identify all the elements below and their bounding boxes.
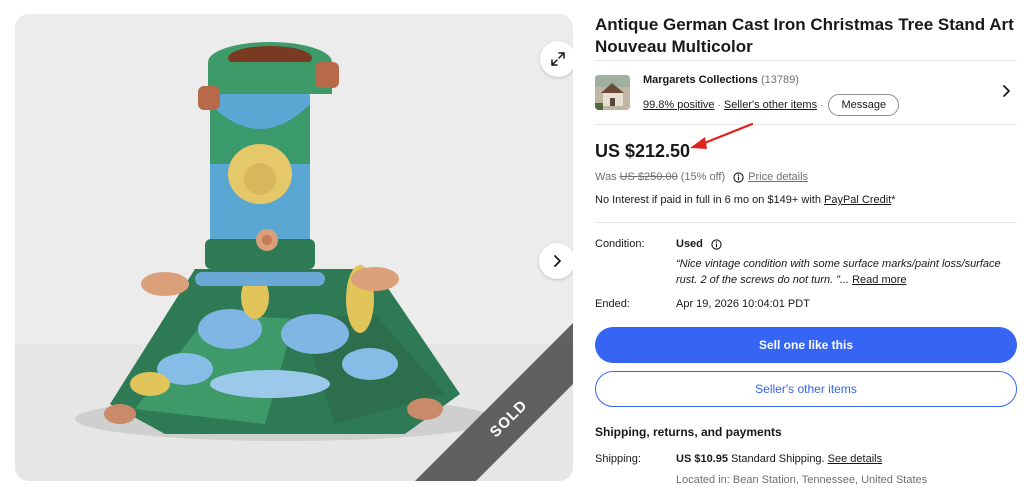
red-arrow-annotation	[690, 122, 754, 149]
shipping-heading: Shipping, returns, and payments	[595, 425, 782, 439]
ended-value: Apr 19, 2026 10:04:01 PDT	[676, 298, 810, 310]
price-details-link[interactable]: Price details	[748, 171, 808, 183]
credit-suffix: *	[891, 194, 896, 206]
condition-value-text: Used	[676, 238, 703, 250]
seller-other-items-link[interactable]: Seller's other items	[724, 99, 817, 111]
condition-description-text: “Nice vintage condition with some surfac…	[676, 258, 1001, 286]
house-image	[595, 75, 630, 110]
next-image-button[interactable]	[539, 243, 573, 279]
divider	[595, 124, 1017, 125]
seller-avatar[interactable]	[595, 75, 630, 110]
separator-dot: ·	[820, 99, 824, 111]
seller-card[interactable]: Margarets Collections (13789) 99.8% posi…	[595, 68, 1017, 116]
shipping-location: Located in: Bean Station, Tennessee, Uni…	[676, 474, 928, 486]
current-price: US $212.50	[595, 141, 691, 161]
seller-links: 99.8% positive · Seller's other items · …	[643, 94, 900, 116]
condition-description: “Nice vintage condition with some surfac…	[676, 256, 1021, 288]
was-label: Was	[595, 171, 617, 183]
paypal-credit-link[interactable]: PayPal Credit	[824, 194, 891, 206]
seller-feedback-count: (13789)	[760, 74, 799, 86]
shipping-method: Standard Shipping.	[727, 453, 828, 465]
read-more-link[interactable]: Read more	[852, 274, 906, 286]
condition-value: Used	[676, 238, 726, 250]
ended-label: Ended:	[595, 298, 630, 310]
condition-label: Condition:	[595, 238, 645, 250]
shipping-label: Shipping:	[595, 453, 641, 465]
was-price: US $250.00	[619, 171, 678, 183]
shipping-value: US $10.95 Standard Shipping. See details	[676, 453, 882, 465]
product-image[interactable]	[15, 14, 573, 481]
chevron-right-icon	[554, 255, 561, 267]
chevron-right-icon[interactable]	[999, 84, 1013, 98]
was-price-row: Was US $250.00 (15% off) Price details	[595, 171, 808, 183]
seller-name-text[interactable]: Margarets Collections	[643, 74, 758, 86]
see-details-link[interactable]: See details	[828, 453, 882, 465]
discount-percent: (15% off)	[680, 171, 726, 183]
shipping-cost: US $10.95	[676, 453, 728, 465]
separator-dot: ·	[717, 99, 721, 111]
paypal-credit-row: No Interest if paid in full in 6 mo on $…	[595, 194, 896, 206]
expand-icon	[551, 52, 565, 66]
message-button[interactable]: Message	[828, 94, 900, 116]
expand-image-button[interactable]	[540, 41, 573, 77]
sell-one-like-this-button[interactable]: Sell one like this	[595, 327, 1017, 363]
listing-title: Antique German Cast Iron Christmas Tree …	[595, 15, 1014, 56]
seller-positive-link[interactable]: 99.8% positive	[643, 99, 715, 111]
info-icon[interactable]	[711, 238, 722, 250]
sellers-other-items-button[interactable]: Seller's other items	[595, 371, 1017, 407]
credit-text: No Interest if paid in full in 6 mo on $…	[595, 194, 824, 206]
seller-name: Margarets Collections (13789)	[643, 74, 799, 86]
product-image-panel[interactable]: SOLD	[15, 14, 573, 481]
divider	[595, 60, 1017, 61]
divider	[595, 222, 1017, 223]
info-icon[interactable]	[733, 171, 744, 183]
